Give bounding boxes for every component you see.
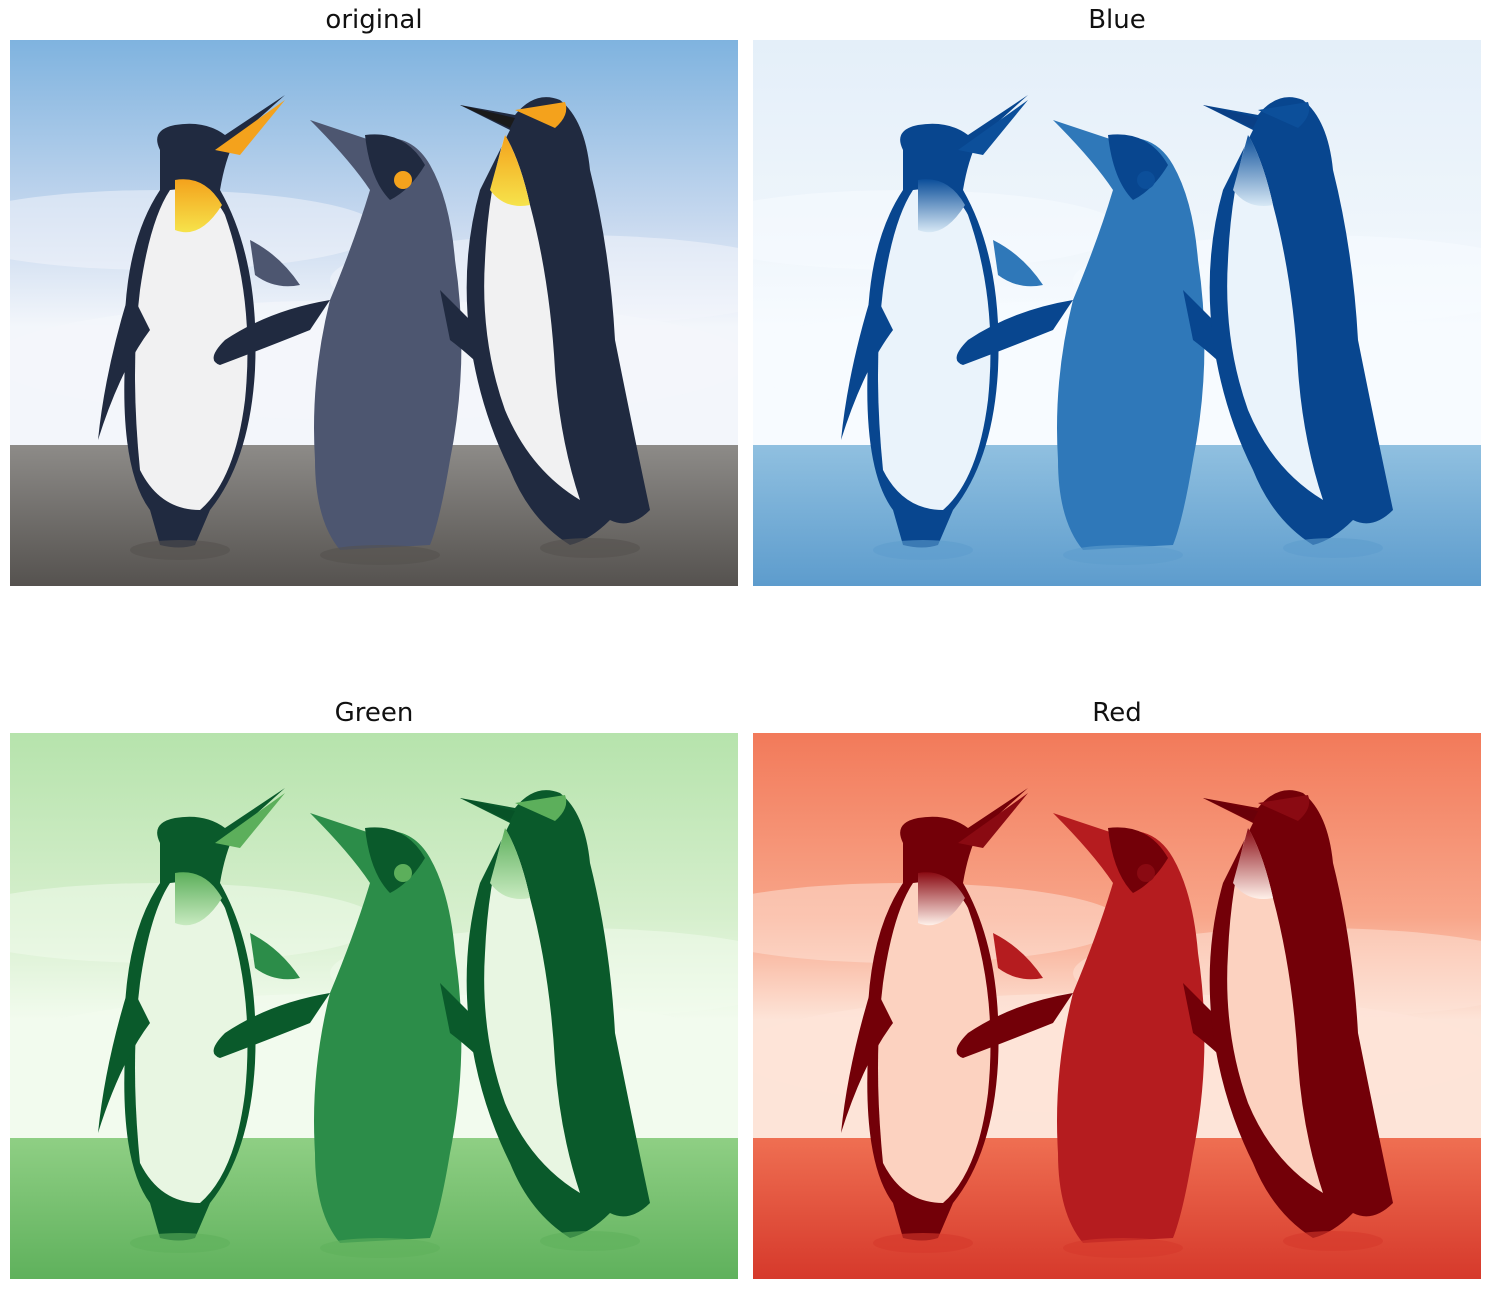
penguin-image-green: [10, 733, 738, 1279]
penguin-image-original: [10, 40, 738, 586]
panel-title: Red: [1092, 698, 1142, 728]
panel-title: original: [325, 5, 423, 35]
penguin-image-blue: [753, 40, 1481, 586]
panel-title: Blue: [1088, 5, 1146, 35]
penguin-image-red: [753, 733, 1481, 1279]
panel-title: Green: [334, 698, 414, 728]
